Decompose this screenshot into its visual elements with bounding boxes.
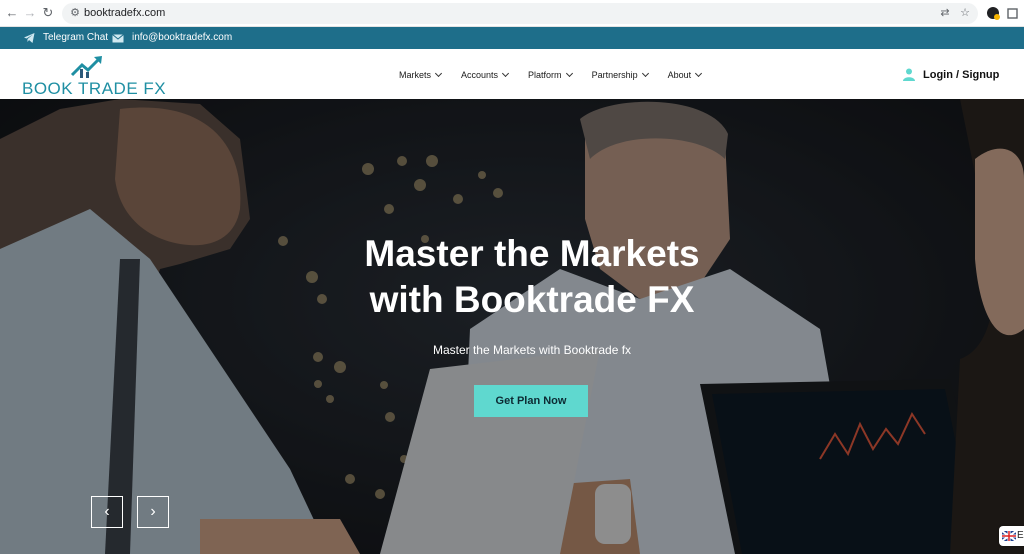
site-logo[interactable]: BOOK TRADE FX [22,55,166,98]
browser-toolbar: ← → ↻ ⚙ booktradefx.com ⇄ ☆ [0,0,1024,27]
hero-overlay [0,99,1024,554]
chevron-down-icon [565,69,573,78]
logo-arrow-icon [70,56,102,78]
user-icon [903,68,915,81]
hero-banner: Master the Markets with Booktrade FX Mas… [0,99,1024,554]
back-icon[interactable]: ← [4,5,20,21]
login-label[interactable]: Login / Signup [923,69,999,81]
get-plan-button[interactable]: Get Plan Now [474,385,588,417]
hero-title-line1: Master the Markets [364,233,700,274]
telegram-link[interactable]: Telegram Chat [24,31,108,45]
language-letter: E [1017,530,1024,541]
extension-icon[interactable] [986,6,1001,21]
site-info-icon[interactable]: ⚙ [68,6,82,20]
menu-platform[interactable]: Platform [528,69,573,80]
bookmark-star-icon[interactable]: ☆ [958,6,972,20]
menu-label: Markets [399,70,432,80]
chevron-right-icon: › [150,503,156,520]
menu-label: Platform [528,70,562,80]
menu-label: Accounts [461,70,499,80]
url-text[interactable]: booktradefx.com [84,6,165,21]
puzzle-icon[interactable] [1006,6,1021,21]
slider-next-button[interactable]: › [137,496,169,528]
uk-flag-icon [1002,531,1016,541]
chevron-down-icon [695,69,703,78]
telegram-label[interactable]: Telegram Chat [43,31,108,45]
email-label[interactable]: info@booktradefx.com [132,31,232,45]
chevron-down-icon [502,69,510,78]
mail-icon [112,33,124,42]
site-header: BOOK TRADE FX Markets Accounts Platform … [0,49,1024,99]
menu-partnership[interactable]: Partnership [591,69,649,80]
login-signup-link[interactable]: Login / Signup [903,68,999,81]
chevron-left-icon: ‹ [104,503,110,520]
menu-accounts[interactable]: Accounts [461,69,510,80]
reload-icon[interactable]: ↻ [40,5,56,21]
main-menu: Markets Accounts Platform Partnership Ab… [399,69,721,80]
forward-icon[interactable]: → [22,5,38,21]
language-switcher[interactable]: E [999,526,1024,546]
logo-text: BOOK TRADE FX [22,79,167,98]
menu-label: Partnership [591,70,638,80]
chevron-down-icon [641,69,649,78]
chevron-down-icon [434,69,443,78]
translate-icon[interactable]: ⇄ [938,6,952,20]
address-bar[interactable]: ⚙ booktradefx.com ⇄ ☆ [62,3,978,24]
hero-subtitle: Master the Markets with Booktrade fx [432,343,632,357]
menu-markets[interactable]: Markets [399,69,443,80]
hero-title-line2: with Booktrade FX [369,279,695,320]
email-link[interactable]: info@booktradefx.com [112,31,232,45]
menu-label: About [667,70,692,80]
menu-about[interactable]: About [667,69,703,80]
slider-prev-button[interactable]: ‹ [91,496,123,528]
telegram-icon [24,33,35,43]
contact-bar: Telegram Chat info@booktradefx.com [0,27,1024,49]
hero-title: Master the Markets with Booktrade FX [212,231,852,323]
